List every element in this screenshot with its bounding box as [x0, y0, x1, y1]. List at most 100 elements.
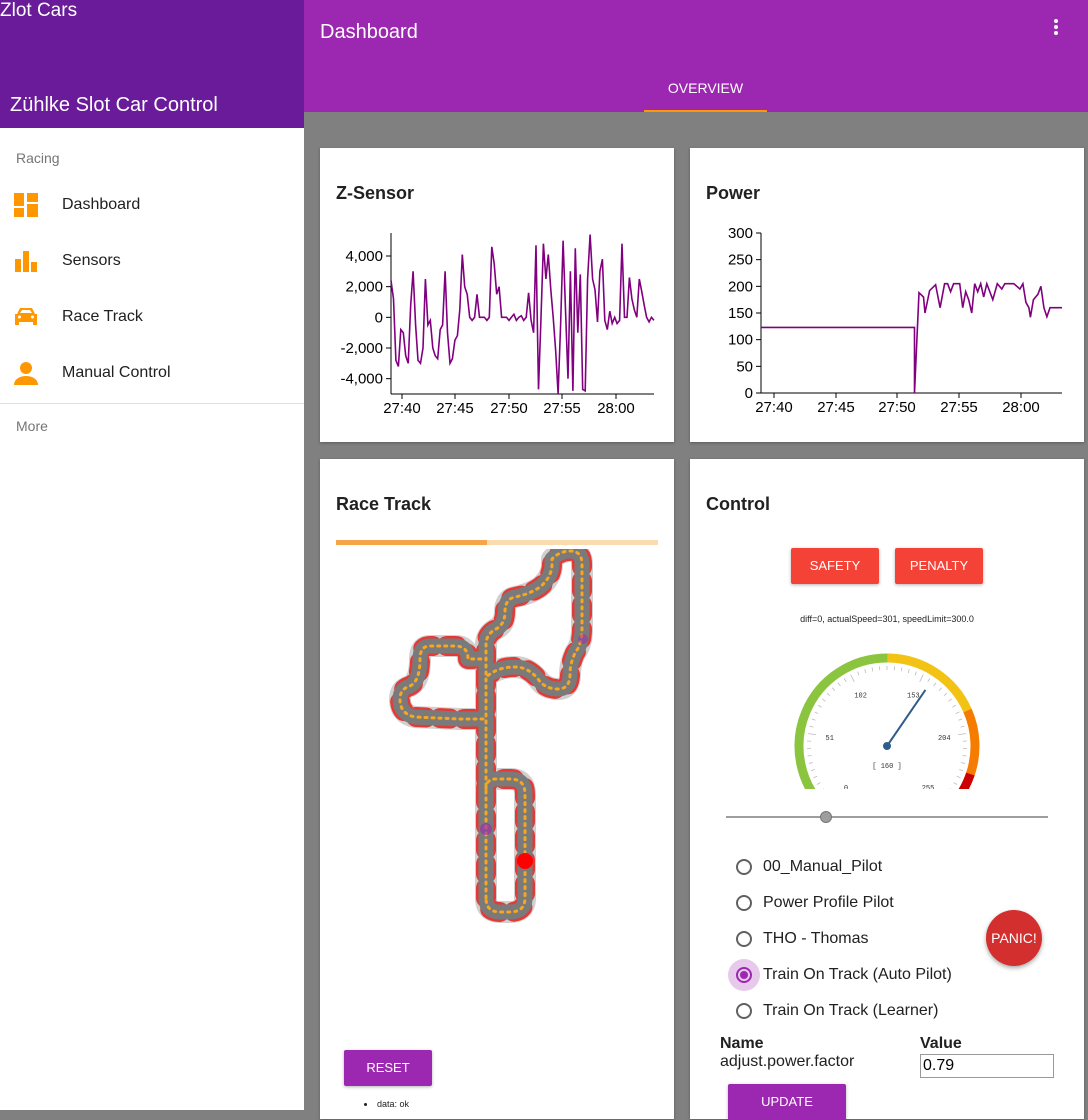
y-tick-label: 300	[728, 225, 753, 242]
gauge-tick	[872, 667, 873, 671]
status-item: data: ok	[377, 1099, 409, 1109]
gauge-tick	[954, 783, 958, 785]
page-title: Dashboard	[320, 21, 418, 44]
car-marker-trail	[480, 823, 492, 835]
more-vert-icon[interactable]	[1046, 17, 1066, 37]
control-card: Control SAFETY PENALTY diff=0, actualSpe…	[690, 459, 1084, 1119]
y-tick-label: 4,000	[345, 248, 383, 265]
gauge-tick-label: 0	[844, 785, 848, 789]
x-tick-label: 27:45	[436, 400, 474, 417]
race-track-card: Race Track RESET data: ok	[320, 459, 674, 1119]
sidebar-item-dashboard[interactable]: Dashboard	[0, 177, 304, 233]
y-tick-label: 250	[728, 252, 753, 269]
gauge-tick	[810, 726, 814, 727]
track-progress-fill	[336, 540, 487, 545]
sidebar-item-label: Race Track	[62, 308, 143, 326]
gauge-tick	[915, 672, 916, 676]
gauge-tick	[827, 693, 830, 696]
car-icon	[0, 305, 62, 329]
y-tick-label: -2,000	[340, 340, 383, 357]
sidebar-item-race-track[interactable]: Race Track	[0, 289, 304, 345]
x-tick-label: 27:40	[755, 399, 793, 416]
y-tick-label: 50	[736, 358, 753, 375]
race-track-map	[320, 549, 674, 969]
x-tick-label: 27:55	[543, 400, 581, 417]
pilot-label: THO - Thomas	[763, 930, 869, 948]
app-bar: Dashboard OVERVIEW	[304, 0, 1088, 112]
sidebar-item-sensors[interactable]: Sensors	[0, 233, 304, 289]
pilot-option[interactable]: THO - Thomas	[736, 924, 869, 954]
y-tick-label: 200	[728, 278, 753, 295]
gauge-tick	[934, 683, 936, 686]
gauge-tick-label: 153	[907, 692, 920, 700]
radio-button[interactable]	[736, 931, 752, 947]
radio-button[interactable]	[736, 895, 752, 911]
zsensor-chart: 4,0002,0000-2,000-4,00027:4027:4527:5027…	[320, 148, 674, 442]
series-line	[391, 235, 654, 395]
y-tick-label: 0	[375, 309, 383, 326]
app-name: Zlot Cars	[0, 0, 77, 22]
panic-button[interactable]: PANIC!	[986, 910, 1042, 966]
radio-button[interactable]	[736, 967, 752, 983]
gauge-tick	[908, 669, 909, 673]
dashboard-icon	[0, 193, 62, 217]
bullet-icon	[364, 1103, 367, 1106]
gauge-tick	[844, 678, 846, 681]
param-value-input[interactable]	[920, 1054, 1054, 1078]
y-tick-label: -4,000	[340, 371, 383, 388]
speed-gauge: 051102153204255[ 160 ]	[690, 639, 1084, 789]
x-tick-label: 27:40	[383, 400, 421, 417]
radio-button[interactable]	[736, 1003, 752, 1019]
sidebar-item-manual-control[interactable]: Manual Control	[0, 345, 304, 401]
section-more: More	[0, 412, 304, 440]
gauge-tick	[961, 763, 965, 764]
power-card: Power 30025020015010050027:4027:4527:502…	[690, 148, 1084, 442]
gauge-hub	[883, 742, 891, 750]
gauge-tick	[812, 719, 816, 720]
status-text: diff=0, actualSpeed=301, speedLimit=300.…	[690, 614, 1084, 624]
pilot-label: Train On Track (Learner)	[763, 1002, 938, 1020]
gauge-tick	[959, 719, 963, 720]
gauge-zone-orange	[968, 710, 975, 774]
gauge-tick	[851, 675, 855, 682]
gauge-tick	[808, 733, 816, 734]
tab-overview[interactable]: OVERVIEW	[644, 70, 767, 112]
pilot-option[interactable]: Power Profile Pilot	[736, 888, 894, 918]
gauge-tick	[956, 712, 960, 714]
pilot-label: 00_Manual_Pilot	[763, 858, 882, 876]
pilot-option[interactable]: Train On Track (Auto Pilot)	[736, 960, 952, 990]
gauge-tick	[818, 705, 821, 707]
gauge-tick-label: 51	[826, 735, 834, 743]
gauge-tick	[928, 678, 930, 681]
gauge-tick	[944, 693, 947, 696]
person-icon	[0, 361, 62, 385]
gauge-tick	[809, 763, 813, 764]
reset-button[interactable]: RESET	[344, 1050, 432, 1086]
gauge-tick	[822, 699, 825, 701]
sidebar-header: Zlot Cars Zühlke Slot Car Control	[0, 0, 304, 128]
car-marker	[517, 853, 533, 869]
gauge-tick	[865, 669, 866, 673]
sidebar: Zlot Cars Zühlke Slot Car Control Racing…	[0, 0, 304, 1110]
sidebar-item-label: Dashboard	[62, 196, 140, 214]
safety-button[interactable]: SAFETY	[791, 548, 879, 584]
gauge-tick-label: 102	[854, 692, 867, 700]
update-button[interactable]: UPDATE	[728, 1084, 846, 1120]
penalty-button[interactable]: PENALTY	[895, 548, 983, 584]
gauge-tick	[962, 756, 966, 757]
gauge-tick	[817, 783, 821, 785]
radio-button[interactable]	[736, 859, 752, 875]
series-line	[761, 284, 1062, 393]
y-tick-label: 0	[745, 385, 753, 402]
gauge-tick	[959, 769, 963, 770]
sidebar-item-label: Sensors	[62, 252, 121, 270]
pilot-option[interactable]: 00_Manual_Pilot	[736, 852, 882, 882]
x-tick-label: 27:50	[490, 400, 528, 417]
speed-slider[interactable]	[726, 816, 1048, 818]
car-marker-trail	[578, 634, 588, 644]
param-name-header: Name	[720, 1035, 764, 1053]
x-tick-label: 28:00	[1002, 399, 1040, 416]
pilot-option[interactable]: Train On Track (Learner)	[736, 996, 938, 1026]
slider-thumb[interactable]	[820, 811, 832, 823]
gauge-tick	[901, 667, 902, 671]
